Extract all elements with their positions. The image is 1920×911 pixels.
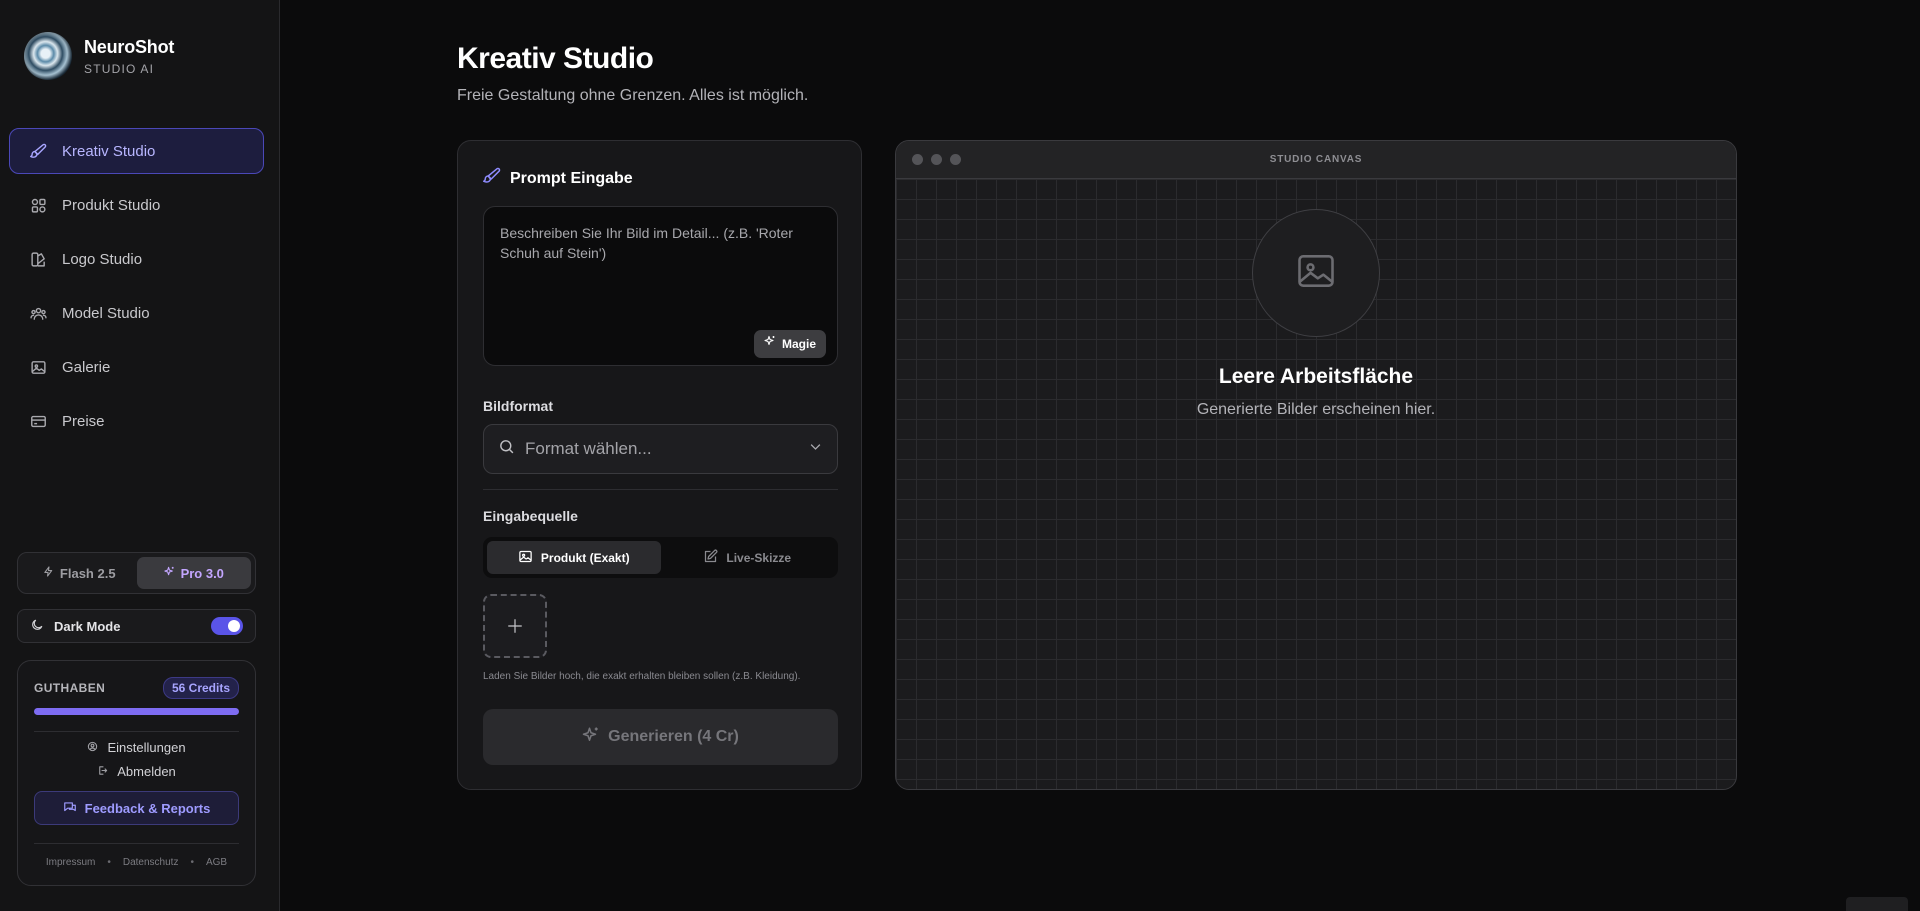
model-flash-label: Flash 2.5 [59, 565, 116, 581]
brand-subtitle: STUDIO AI [84, 61, 155, 76]
credits-progress-bar [34, 708, 239, 715]
sidebar-item-logo-studio[interactable]: Logo Studio [9, 236, 264, 282]
users-icon [28, 303, 48, 323]
image-icon [518, 549, 533, 567]
credits-title: GUTHABEN [34, 681, 106, 695]
settings-label: Einstellungen [107, 740, 186, 755]
sidebar-item-label: Model Studio [62, 304, 150, 322]
upload-hint: Laden Sie Bilder hoch, die exakt erhalte… [483, 671, 801, 682]
bolt-icon [43, 566, 54, 580]
chat-icon [63, 800, 77, 817]
credits-badge: 56 Credits [162, 677, 239, 699]
format-select[interactable]: Format wählen... [483, 424, 838, 474]
logo [24, 32, 72, 80]
separator-dot: • [190, 857, 194, 868]
sidebar-item-galerie[interactable]: Galerie [9, 344, 264, 390]
sidebar-item-label: Logo Studio [62, 250, 143, 268]
corner-tab [1846, 897, 1908, 911]
dark-mode-label: Dark Mode [54, 618, 121, 634]
format-label: Bildformat [483, 398, 553, 414]
source-skizze-label: Live-Skizze [726, 550, 792, 565]
sidebar-item-label: Preise [62, 412, 105, 430]
divider [34, 731, 239, 732]
image-icon [28, 357, 48, 377]
sidebar-item-label: Kreativ Studio [62, 142, 156, 160]
logout-label: Abmelden [117, 764, 176, 779]
sparkles-icon [764, 334, 776, 354]
palette-icon [28, 249, 48, 269]
divider [34, 843, 239, 844]
feedback-label: Feedback & Reports [84, 800, 211, 816]
user-circle-icon [87, 741, 101, 755]
prompt-heading: Prompt Eingabe [483, 167, 633, 190]
canvas-titlebar: STUDIO CANVAS [896, 141, 1736, 179]
logout-link[interactable]: Abmelden [18, 764, 255, 779]
canvas-title: STUDIO CANVAS [1269, 154, 1363, 165]
brush-icon [483, 167, 501, 190]
credit-card-icon [28, 411, 48, 431]
generate-label: Generieren (4 Cr) [608, 728, 739, 745]
dark-mode-toggle[interactable] [211, 617, 243, 635]
brand[interactable]: NeuroShot STUDIO AI [24, 32, 174, 80]
prompt-input[interactable]: Beschreiben Sie Ihr Bild im Detail... (z… [483, 206, 838, 366]
sparkles-icon [163, 566, 175, 580]
sidebar-item-label: Galerie [62, 358, 111, 376]
prompt-heading-label: Prompt Eingabe [510, 169, 633, 187]
prompt-panel: Prompt Eingabe Beschreiben Sie Ihr Bild … [457, 140, 862, 790]
dark-mode-row: Dark Mode [17, 609, 256, 643]
source-skizze-button[interactable]: Live-Skizze [661, 541, 835, 574]
search-icon [498, 438, 515, 460]
studio-canvas: STUDIO CANVAS Leere Arbeitsfläche Generi… [895, 140, 1737, 790]
generate-button[interactable]: Generieren (4 Cr) [483, 709, 838, 765]
source-segmented-control: Produkt (Exakt) Live-Skizze [483, 537, 838, 578]
empty-state-subtitle: Generierte Bilder erscheinen hier. [1196, 401, 1436, 418]
magic-label: Magie [781, 337, 816, 351]
sidebar: NeuroShot STUDIO AI Kreativ Studio Produ… [0, 0, 280, 911]
moon-icon [30, 618, 44, 635]
sidebar-item-kreativ-studio[interactable]: Kreativ Studio [9, 128, 264, 174]
feedback-button[interactable]: Feedback & Reports [34, 791, 239, 825]
model-pro-label: Pro 3.0 [180, 565, 224, 581]
sparkles-icon [582, 726, 600, 749]
sidebar-nav: Kreativ Studio Produkt Studio Logo Studi… [9, 128, 264, 452]
brush-icon [28, 141, 48, 161]
datenschutz-link[interactable]: Datenschutz [123, 857, 179, 868]
impressum-link[interactable]: Impressum [46, 857, 95, 868]
source-produkt-button[interactable]: Produkt (Exakt) [487, 541, 661, 574]
empty-state-icon-circle [1252, 209, 1380, 337]
source-label: Eingabequelle [483, 508, 578, 524]
prompt-placeholder: Beschreiben Sie Ihr Bild im Detail... (z… [500, 225, 793, 261]
upload-button[interactable] [483, 594, 547, 658]
sidebar-item-label: Produkt Studio [62, 196, 161, 214]
empty-state-title: Leere Arbeitsfläche [1218, 365, 1414, 388]
model-flash-button[interactable]: Flash 2.5 [22, 557, 137, 589]
plus-icon [506, 611, 524, 642]
source-produkt-label: Produkt (Exakt) [540, 550, 630, 565]
sidebar-item-preise[interactable]: Preise [9, 398, 264, 444]
credits-card: GUTHABEN 56 Credits Einstellungen Abmeld… [17, 660, 256, 886]
divider [483, 489, 838, 490]
sidebar-item-produkt-studio[interactable]: Produkt Studio [9, 182, 264, 228]
page-subtitle: Freie Gestaltung ohne Grenzen. Alles ist… [457, 87, 809, 104]
model-toggle: Flash 2.5 Pro 3.0 [17, 552, 256, 594]
format-placeholder: Format wählen... [525, 439, 652, 458]
chevron-down-icon [808, 439, 823, 459]
settings-link[interactable]: Einstellungen [18, 740, 255, 755]
sidebar-item-model-studio[interactable]: Model Studio [9, 290, 264, 336]
model-pro-button[interactable]: Pro 3.0 [136, 557, 251, 589]
edit-icon [703, 549, 718, 567]
legal-links: Impressum • Datenschutz • AGB [18, 857, 255, 868]
logout-icon [97, 766, 111, 779]
page-title: Kreativ Studio [457, 42, 654, 75]
agb-link[interactable]: AGB [206, 857, 227, 868]
separator-dot: • [107, 857, 111, 868]
brand-title: NeuroShot [84, 36, 175, 57]
grid-icon [28, 195, 48, 215]
image-icon [1294, 249, 1338, 298]
magic-button[interactable]: Magie [753, 330, 826, 358]
